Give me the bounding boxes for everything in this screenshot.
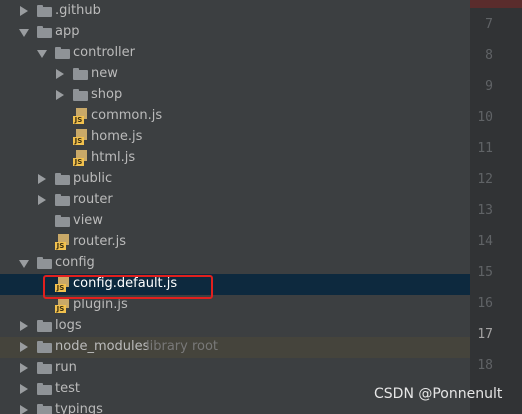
tree-item-label: test bbox=[55, 381, 80, 396]
project-tree: .github app controller new shop JS commo… bbox=[0, 0, 470, 414]
js-file-icon: JS bbox=[55, 234, 70, 250]
line-number: 14 bbox=[477, 234, 493, 249]
tree-item-label: config bbox=[55, 255, 95, 270]
tree-item-router[interactable]: router bbox=[0, 190, 470, 211]
tree-item-node-modules[interactable]: node_modules library root bbox=[0, 337, 470, 358]
chevron-right-icon[interactable] bbox=[20, 342, 28, 352]
tree-item-github[interactable]: .github bbox=[0, 1, 470, 22]
chevron-down-icon[interactable] bbox=[37, 50, 47, 58]
folder-icon bbox=[55, 47, 70, 59]
tree-item-config[interactable]: config bbox=[0, 253, 470, 274]
chevron-right-icon[interactable] bbox=[20, 405, 28, 414]
folder-icon bbox=[37, 362, 52, 374]
tree-item-label: plugin.js bbox=[73, 297, 128, 312]
tree-item-label: run bbox=[55, 360, 77, 375]
folder-icon bbox=[37, 320, 52, 332]
chevron-right-icon[interactable] bbox=[56, 69, 64, 79]
chevron-right-icon[interactable] bbox=[20, 363, 28, 373]
tree-item-public[interactable]: public bbox=[0, 169, 470, 190]
tree-item-home-js[interactable]: JS home.js bbox=[0, 127, 470, 148]
tree-item-label: new bbox=[91, 66, 118, 81]
tree-item-label: .github bbox=[55, 3, 101, 18]
folder-icon bbox=[55, 173, 70, 185]
tree-item-typings[interactable]: typings bbox=[0, 400, 470, 414]
folder-icon bbox=[37, 5, 52, 17]
tree-item-view[interactable]: view bbox=[0, 211, 470, 232]
folder-icon bbox=[73, 68, 88, 80]
chevron-right-icon[interactable] bbox=[20, 6, 28, 16]
tree-item-label: router bbox=[73, 192, 113, 207]
folder-icon bbox=[37, 383, 52, 395]
tree-item-controller[interactable]: controller bbox=[0, 43, 470, 64]
tree-item-label: home.js bbox=[91, 129, 143, 144]
watermark: CSDN @Ponnenult bbox=[374, 386, 503, 402]
folder-icon bbox=[55, 215, 70, 227]
line-number: 12 bbox=[477, 172, 493, 187]
line-number: 7 bbox=[485, 17, 493, 32]
chevron-right-icon[interactable] bbox=[38, 195, 46, 205]
folder-icon bbox=[55, 194, 70, 206]
line-number: 11 bbox=[477, 141, 493, 156]
tree-item-router-js[interactable]: JS router.js bbox=[0, 232, 470, 253]
chevron-right-icon[interactable] bbox=[38, 174, 46, 184]
tree-item-label: public bbox=[73, 171, 113, 186]
line-number: 16 bbox=[477, 296, 493, 311]
chevron-down-icon[interactable] bbox=[19, 260, 29, 268]
folder-icon bbox=[73, 89, 88, 101]
tree-item-shop[interactable]: shop bbox=[0, 85, 470, 106]
js-file-icon: JS bbox=[73, 150, 88, 166]
tree-item-label: logs bbox=[55, 318, 82, 333]
tree-item-label: view bbox=[73, 213, 103, 228]
library-root-hint: library root bbox=[146, 339, 219, 354]
line-number: 15 bbox=[477, 265, 493, 280]
error-stripe bbox=[470, 0, 522, 8]
tree-item-label: app bbox=[55, 24, 80, 39]
line-number: 13 bbox=[477, 203, 493, 218]
js-file-icon: JS bbox=[73, 129, 88, 145]
tree-item-label: shop bbox=[91, 87, 123, 102]
chevron-down-icon[interactable] bbox=[19, 29, 29, 37]
folder-icon bbox=[37, 404, 52, 414]
current-line-number: 17 bbox=[477, 327, 493, 342]
highlight-box bbox=[43, 275, 213, 299]
tree-item-html-js[interactable]: JS html.js bbox=[0, 148, 470, 169]
tree-item-label: controller bbox=[73, 45, 136, 60]
chevron-right-icon[interactable] bbox=[56, 90, 64, 100]
tree-item-label: node_modules bbox=[55, 339, 150, 354]
tree-item-run[interactable]: run bbox=[0, 358, 470, 379]
tree-item-logs[interactable]: logs bbox=[0, 316, 470, 337]
tree-item-new[interactable]: new bbox=[0, 64, 470, 85]
chevron-right-icon[interactable] bbox=[20, 321, 28, 331]
tree-item-label: common.js bbox=[91, 108, 163, 123]
line-number: 8 bbox=[485, 48, 493, 63]
line-number: 10 bbox=[477, 110, 493, 125]
folder-icon bbox=[37, 257, 52, 269]
folder-icon bbox=[37, 341, 52, 353]
editor-gutter: 7 8 9 10 11 12 13 14 15 16 17 18 bbox=[470, 0, 522, 414]
line-number: 9 bbox=[485, 79, 493, 94]
tree-item-label: typings bbox=[55, 402, 103, 414]
tree-item-app[interactable]: app bbox=[0, 22, 470, 43]
tree-item-label: router.js bbox=[73, 234, 127, 249]
chevron-right-icon[interactable] bbox=[20, 384, 28, 394]
line-number: 18 bbox=[477, 358, 493, 373]
js-file-icon: JS bbox=[73, 108, 88, 124]
tree-item-label: html.js bbox=[91, 150, 136, 165]
folder-icon bbox=[37, 26, 52, 38]
js-file-icon: JS bbox=[55, 297, 70, 313]
tree-item-common-js[interactable]: JS common.js bbox=[0, 106, 470, 127]
